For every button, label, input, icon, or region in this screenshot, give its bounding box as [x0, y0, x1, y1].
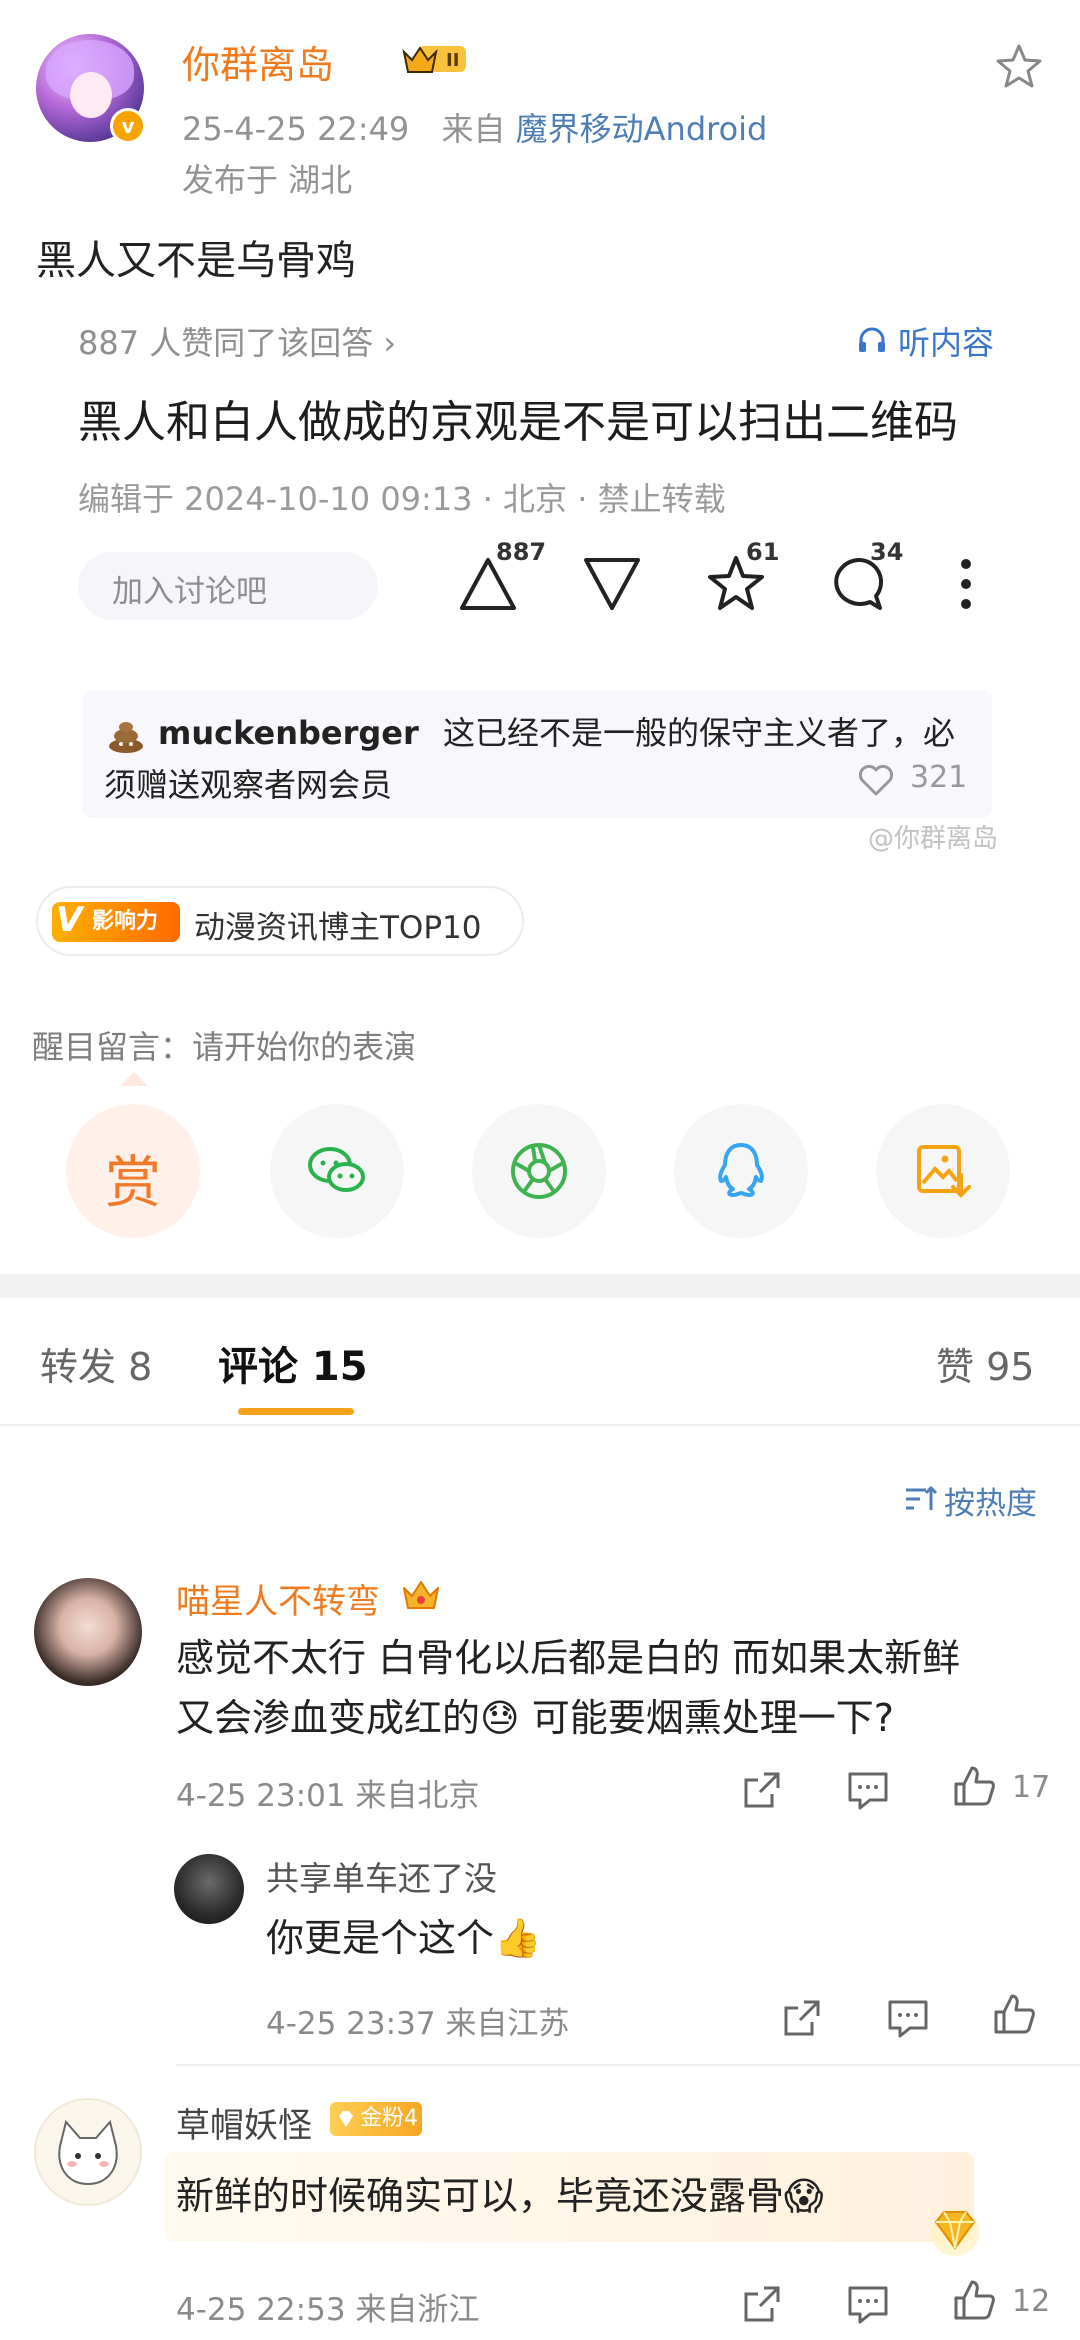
- comment-count: 34: [870, 538, 904, 566]
- featured-comment-text1: 这已经不是一般的保守主义者了，必: [442, 714, 955, 752]
- comment-text-line1: 感觉不太行 白骨化以后都是白的 而如果太新鲜: [176, 1636, 961, 1680]
- agree-count-link[interactable]: 887 人赞同了该回答 ›: [78, 318, 396, 364]
- featured-comment-user[interactable]: muckenberger: [158, 714, 419, 752]
- comment-like-count: 17: [1012, 1770, 1051, 1805]
- reply-icon[interactable]: [846, 1768, 890, 1812]
- featured-comment-line1: muckenberger 这已经不是一般的保守主义者了，必: [158, 708, 955, 754]
- tab-like[interactable]: 赞 95: [936, 1336, 1034, 1391]
- from-prefix: 来自: [441, 110, 506, 148]
- headphones-icon: [859, 327, 885, 352]
- reply-icon[interactable]: [886, 1996, 930, 2040]
- influence-v-letter: V: [56, 900, 83, 940]
- qq-penguin-icon: [718, 1143, 764, 1197]
- comment-separator: [176, 2064, 1080, 2066]
- join-discussion-input[interactable]: 加入讨论吧: [78, 552, 378, 620]
- comment-text-line2: 又会渗血变成红的😓 可能要烟熏处理一下?: [176, 1696, 894, 1740]
- hint-pointer: [120, 1072, 148, 1086]
- repost-icon[interactable]: [780, 1996, 824, 2040]
- featured-comment-likes: 321: [910, 760, 968, 795]
- commenter-avatar[interactable]: [34, 1578, 142, 1686]
- commenter-avatar[interactable]: [34, 2098, 142, 2206]
- comment-meta: 4-25 23:01 来自北京: [176, 1778, 480, 1814]
- listen-button[interactable]: 听内容: [898, 318, 994, 364]
- image-download-icon: [917, 1145, 971, 1198]
- repost-icon[interactable]: [740, 1768, 784, 1812]
- save-image-button[interactable]: [876, 1104, 1010, 1238]
- watermark-text: @你群离岛: [868, 824, 999, 854]
- diamond-icon: [339, 2111, 353, 2127]
- crown-badge-icon[interactable]: [400, 1574, 442, 1614]
- post-location: 发布于 湖北: [182, 161, 353, 199]
- discussion-placeholder: 加入讨论吧: [112, 574, 267, 610]
- member-crown-badge-icon[interactable]: II: [402, 38, 468, 78]
- replier-avatar[interactable]: [174, 1854, 244, 1924]
- thumbs-up-icon[interactable]: [952, 2278, 996, 2322]
- heart-icon[interactable]: [856, 760, 896, 800]
- share-wechat-button[interactable]: [270, 1104, 404, 1238]
- commenter-name[interactable]: 喵星人不转弯: [176, 1574, 380, 1623]
- post-text: 黑人又不是乌骨鸡: [36, 238, 356, 284]
- post-time: 25-4-25 22:49: [182, 110, 410, 148]
- featured-comment-text2: 须赠送观察者网会员: [104, 766, 393, 804]
- poop-emoji-icon: [109, 722, 143, 753]
- reply-meta: 4-25 23:37 来自江苏: [266, 2006, 570, 2042]
- reply-icon[interactable]: [846, 2282, 890, 2326]
- post-meta: 25-4-25 22:49 来自 魔界移动Android: [182, 104, 767, 150]
- tab-repost[interactable]: 转发 8: [40, 1336, 152, 1391]
- post-source[interactable]: 魔界移动Android: [516, 110, 768, 148]
- author-name[interactable]: 你群离岛: [182, 34, 334, 89]
- prominent-message-hint[interactable]: 醒目留言：请开始你的表演: [32, 1022, 416, 1068]
- reward-button[interactable]: 赏: [66, 1104, 200, 1238]
- share-qq-button[interactable]: [674, 1104, 808, 1238]
- question-title[interactable]: 黑人和白人做成的京观是不是可以扫出二维码: [78, 386, 958, 450]
- downvote-triangle-icon[interactable]: [580, 552, 644, 616]
- tab-divider: [0, 1424, 1080, 1426]
- comment-meta: 4-25 22:53 来自浙江: [176, 2292, 480, 2328]
- reward-label: 赏: [105, 1151, 161, 1216]
- reply-text: 你更是个这个👍: [266, 1916, 542, 1960]
- cat-avatar-icon: [58, 2119, 118, 2186]
- upvote-count: 887: [496, 538, 547, 566]
- fan-badge-text: 金粉4: [360, 2106, 418, 2131]
- gold-gem-icon: [931, 2208, 979, 2256]
- tab-comment[interactable]: 评论 15: [218, 1334, 368, 1392]
- comment-text: 新鲜的时候确实可以，毕竟还没露骨😱: [176, 2174, 824, 2218]
- moments-aperture-icon: [511, 1143, 567, 1199]
- influence-tag[interactable]: V 影响力 动漫资讯博主TOP10: [36, 886, 524, 956]
- comment-like-count: 12: [1012, 2284, 1051, 2319]
- level-text: II: [446, 50, 459, 71]
- repost-icon[interactable]: [740, 2282, 784, 2326]
- replier-name[interactable]: 共享单车还了没: [266, 1852, 497, 1900]
- favorite-star-icon[interactable]: [994, 42, 1044, 92]
- influence-badge: V 影响力: [52, 900, 180, 942]
- verified-v-icon: v: [110, 108, 146, 144]
- more-options-icon[interactable]: [950, 552, 1014, 616]
- section-divider: [0, 1274, 1080, 1298]
- gold-fan-badge[interactable]: 金粉4: [330, 2102, 422, 2136]
- star-count: 61: [746, 538, 780, 566]
- commenter-name[interactable]: 草帽妖怪: [176, 2098, 312, 2147]
- wechat-icon: [308, 1147, 365, 1192]
- thumbs-up-icon[interactable]: [992, 1992, 1036, 2036]
- featured-comment[interactable]: muckenberger 这已经不是一般的保守主义者了，必 须赠送观察者网会员 …: [82, 690, 992, 818]
- active-tab-indicator: [238, 1408, 354, 1415]
- edit-info: 编辑于 2024-10-10 09:13 · 北京 · 禁止转载: [78, 480, 726, 518]
- sort-by-hot[interactable]: 按热度: [944, 1478, 1037, 1523]
- thumbs-up-icon[interactable]: [952, 1764, 996, 1808]
- influence-label: 动漫资讯博主TOP10: [194, 910, 482, 946]
- influence-badge-text: 影响力: [92, 909, 159, 934]
- share-moments-button[interactable]: [472, 1104, 606, 1238]
- sort-icon[interactable]: [904, 1484, 938, 1514]
